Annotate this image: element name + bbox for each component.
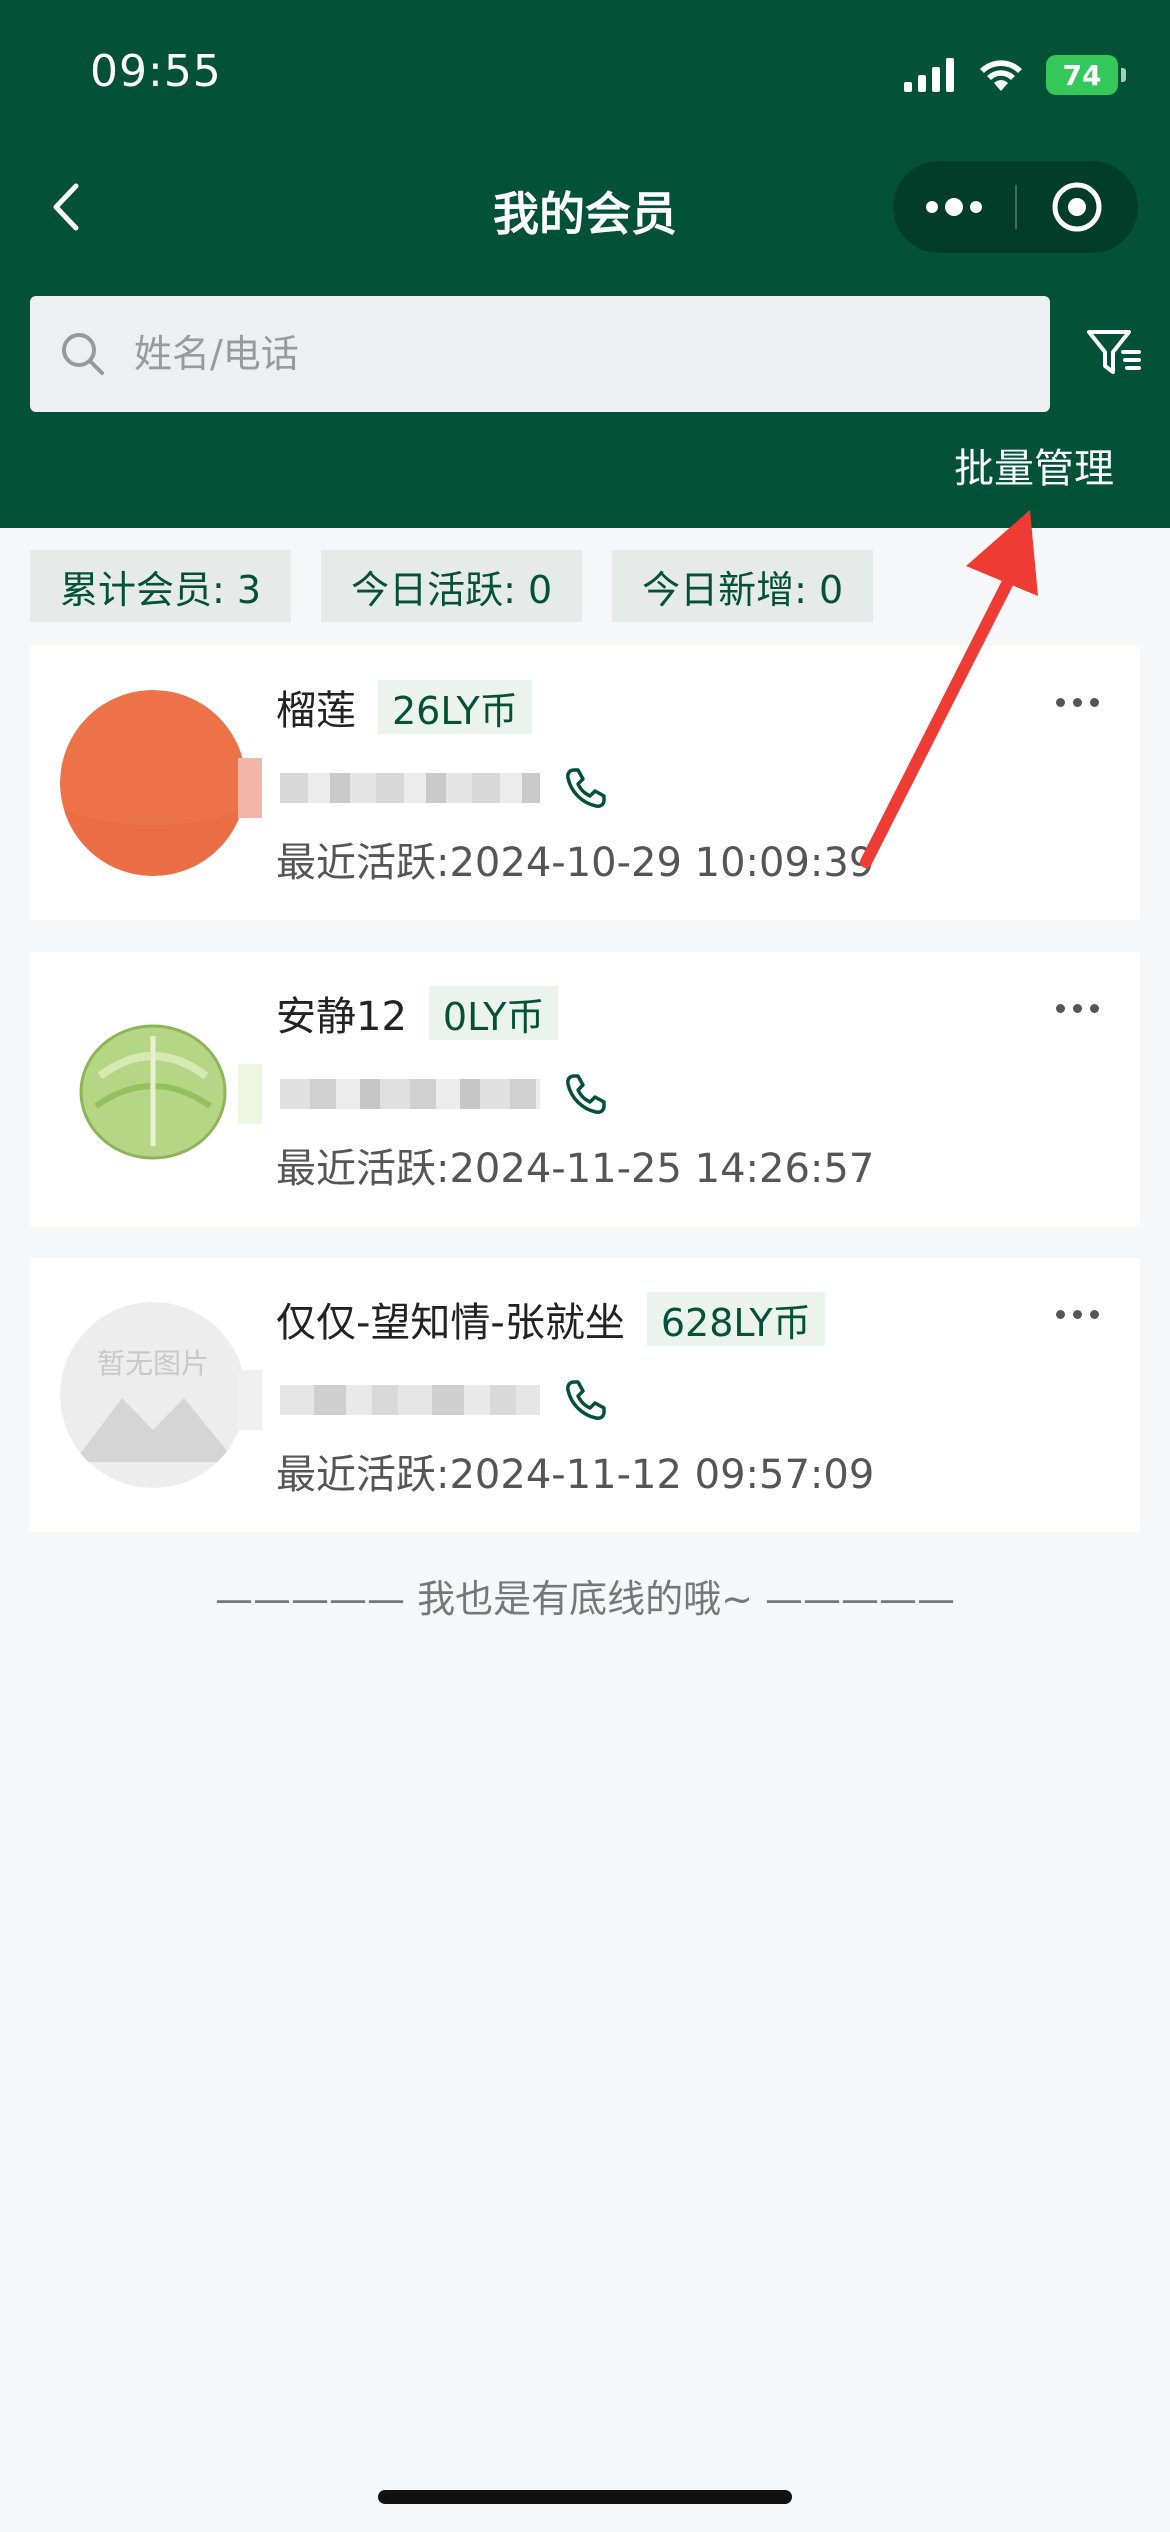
phone-number-blurred [280,773,540,803]
no-image-text: 暂无图片 [96,1347,209,1380]
filter-icon[interactable] [1083,322,1143,382]
pixelated-patch [238,758,262,818]
batch-manage-button[interactable]: 批量管理 [954,436,1114,494]
avatar [60,690,246,876]
member-name: 仅仅-望知情-张就坐 [276,1300,625,1346]
target-close-icon [1052,182,1102,232]
pixelated-patch [238,1064,262,1124]
search-bar[interactable] [30,296,1050,412]
member-card[interactable]: 暂无图片 仅仅-望知情-张就坐 628LY币 最近活跃:2024-11-12 0… [30,1258,1140,1532]
stat-today-new: 今日新增: 0 [612,550,874,622]
pixelated-patch [238,1370,262,1430]
avatar [60,996,246,1182]
member-card[interactable]: 安静12 0LY币 最近活跃:2024-11-25 14:26:57 [30,952,1140,1226]
mini-program-capsule [893,161,1138,253]
status-time: 09:55 [90,46,222,97]
home-indicator [378,2490,792,2504]
stat-today-active: 今日活跃: 0 [321,550,583,622]
status-icons: 74 [904,48,1126,102]
phone-number-blurred [280,1079,540,1109]
battery-icon: 74 [1046,55,1126,95]
phone-icon[interactable] [562,764,610,812]
last-active-time: 最近活跃:2024-11-12 09:57:09 [276,1452,875,1498]
coin-badge: 0LY币 [428,986,559,1040]
search-input[interactable] [134,332,994,376]
last-active-time: 最近活跃:2024-10-29 10:09:39 [276,840,875,886]
avatar: 暂无图片 [60,1302,246,1488]
member-name: 安静12 [276,994,407,1040]
list-end-text: ————— 我也是有底线的哦~ ————— [215,1577,955,1621]
search-icon [62,333,104,375]
battery-level: 74 [1062,58,1102,92]
more-menu-button[interactable] [893,161,1015,253]
stats-bar: 累计会员: 3 今日活跃: 0 今日新增: 0 [30,550,874,622]
more-options-icon[interactable] [1056,1002,1100,1016]
member-name: 榴莲 [276,688,356,734]
more-options-icon[interactable] [1056,1308,1100,1322]
coin-badge: 26LY币 [378,680,532,734]
last-active-time: 最近活跃:2024-11-25 14:26:57 [276,1146,875,1192]
phone-icon[interactable] [562,1376,610,1424]
more-options-icon[interactable] [1056,696,1100,710]
phone-number-blurred [280,1385,540,1415]
phone-icon[interactable] [562,1070,610,1118]
header-bar: 09:55 74 我的会员 姓名/电话 批量管理 [0,0,1170,528]
close-mini-program-button[interactable] [1017,161,1139,253]
stat-total-members: 累计会员: 3 [30,550,292,622]
member-card[interactable]: 榴莲 26LY币 最近活跃:2024-10-29 10:09:39 [30,646,1140,920]
wifi-icon [980,60,1022,91]
signal-icon [904,58,954,92]
coin-badge: 628LY币 [646,1292,825,1346]
more-dots-icon [925,198,982,216]
